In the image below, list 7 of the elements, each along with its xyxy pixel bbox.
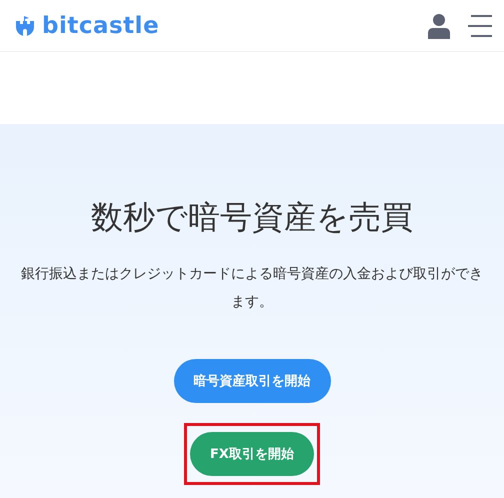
user-icon[interactable] [428, 12, 450, 38]
logo[interactable]: bitcastle [42, 12, 160, 38]
start-trading-button[interactable]: 暗号資産取引を開始 [174, 359, 330, 403]
start-trading-button[interactable]: FX取引を開始 [190, 432, 314, 476]
menu-icon[interactable] [468, 14, 492, 38]
hero-title: 数秒で暗号資産を売買 [91, 197, 413, 238]
hero-description: 銀行振込またはクレジットカードによる暗号資産の入金および取引ができます。 [20, 265, 484, 312]
